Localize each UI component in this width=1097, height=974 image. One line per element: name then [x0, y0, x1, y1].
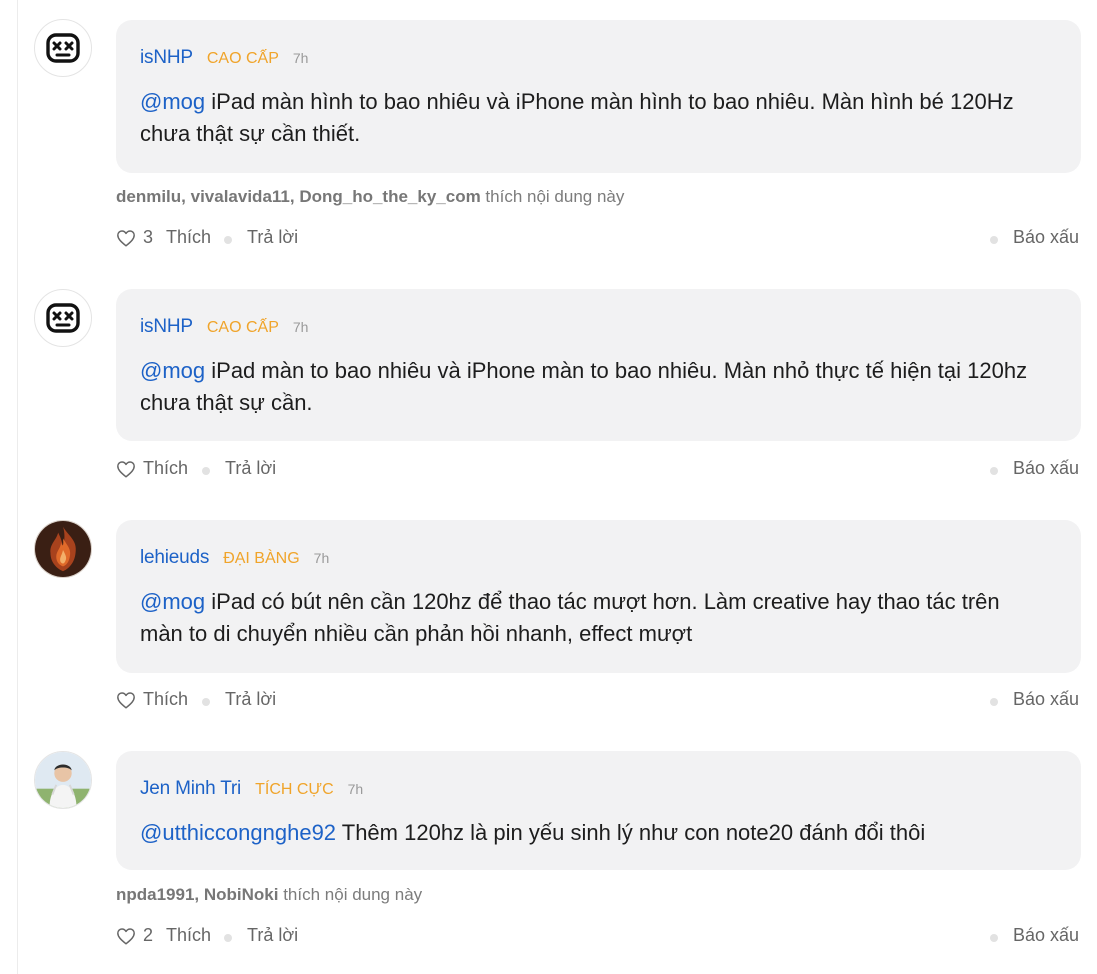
like-label: Thích — [143, 689, 189, 709]
comment-text: Thêm 120hz là pin yếu sinh lý như con no… — [336, 820, 926, 845]
comment-header: lehieuds ĐẠI BÀNG 7h — [140, 547, 329, 569]
report-label: Báo xấu — [1013, 458, 1080, 478]
comment-body: @mog iPad màn hình to bao nhiêu và iPhon… — [140, 86, 1040, 150]
user-rank-badge: CAO CẤP — [206, 50, 279, 67]
reply-button[interactable]: Trả lời — [247, 925, 298, 946]
report-label: Báo xấu — [1013, 227, 1080, 247]
flame-avatar-icon — [35, 521, 91, 577]
like-count: 3 — [143, 227, 154, 247]
separator-dot — [990, 236, 998, 244]
heart-icon — [117, 460, 135, 478]
likers-summary: npda1991, NobiNoki thích nội dung này — [116, 885, 422, 905]
user-avatar[interactable] — [34, 520, 92, 578]
heart-icon — [117, 229, 135, 247]
username-link[interactable]: isNHP — [140, 316, 193, 338]
likers-summary: denmilu, vivalavida11, Dong_ho_the_ky_co… — [116, 187, 624, 207]
user-photo-avatar-icon — [35, 752, 91, 808]
reply-button[interactable]: Trả lời — [225, 689, 276, 710]
like-button[interactable]: Thích — [116, 689, 188, 710]
like-button[interactable]: 2 Thích — [116, 925, 211, 946]
like-label: Thích — [166, 227, 212, 247]
reply-button[interactable]: Trả lời — [247, 227, 298, 248]
reply-label: Trả lời — [247, 227, 299, 247]
comment-timestamp[interactable]: 7h — [293, 50, 309, 66]
comment-actions: 3 Thích Trả lời Báo xấu — [116, 227, 1081, 253]
report-button[interactable]: Báo xấu — [1013, 458, 1079, 479]
comment-header: isNHP CAO CẤP 7h — [140, 316, 308, 338]
comment-actions: 2 Thích Trả lời Báo xấu — [116, 925, 1081, 951]
comment-text: iPad có bút nên cần 120hz để thao tác mư… — [140, 589, 1000, 646]
separator-dot — [990, 467, 998, 475]
comment-body: @mog iPad có bút nên cần 120hz để thao t… — [140, 586, 1040, 650]
comment-body: @utthiccongnghe92 Thêm 120hz là pin yếu … — [140, 817, 1040, 849]
comment-timestamp[interactable]: 7h — [293, 319, 309, 335]
mention-link[interactable]: @mog — [140, 89, 205, 114]
separator-dot — [224, 934, 232, 942]
comment-actions: Thích Trả lời Báo xấu — [116, 689, 1081, 715]
reply-label: Trả lời — [225, 689, 277, 709]
report-button[interactable]: Báo xấu — [1013, 925, 1079, 946]
comment-timestamp[interactable]: 7h — [348, 781, 364, 797]
report-label: Báo xấu — [1013, 689, 1080, 709]
reply-label: Trả lời — [225, 458, 277, 478]
comment-header: isNHP CAO CẤP 7h — [140, 47, 308, 69]
user-rank-badge: ĐẠI BÀNG — [223, 550, 300, 567]
like-button[interactable]: Thích — [116, 458, 188, 479]
likers-suffix: thích nội dung này — [278, 885, 423, 904]
comment-bubble: lehieuds ĐẠI BÀNG 7h @mog iPad có bút nê… — [116, 520, 1081, 673]
reply-button[interactable]: Trả lời — [225, 458, 276, 479]
like-label: Thích — [166, 925, 212, 945]
heart-icon — [117, 927, 135, 945]
thread-left-border — [17, 0, 18, 974]
comment-body: @mog iPad màn to bao nhiêu và iPhone màn… — [140, 355, 1040, 419]
face-x-eyes-icon — [46, 303, 80, 333]
separator-dot — [224, 236, 232, 244]
report-button[interactable]: Báo xấu — [1013, 227, 1079, 248]
username-link[interactable]: isNHP — [140, 47, 193, 69]
user-rank-badge: CAO CẤP — [206, 319, 279, 336]
comment-bubble: isNHP CAO CẤP 7h @mog iPad màn hình to b… — [116, 20, 1081, 173]
user-avatar[interactable] — [34, 289, 92, 347]
username-link[interactable]: Jen Minh Tri — [140, 778, 241, 800]
like-count: 2 — [143, 925, 154, 945]
face-x-eyes-icon — [46, 33, 80, 63]
mention-link[interactable]: @mog — [140, 589, 205, 614]
heart-icon — [117, 691, 135, 709]
comment-timestamp[interactable]: 7h — [314, 550, 330, 566]
comment-text: iPad màn hình to bao nhiêu và iPhone màn… — [140, 89, 1014, 146]
like-button[interactable]: 3 Thích — [116, 227, 211, 248]
report-button[interactable]: Báo xấu — [1013, 689, 1079, 710]
likers-names[interactable]: npda1991, NobiNoki — [116, 885, 278, 904]
likers-suffix: thích nội dung này — [480, 187, 625, 206]
user-avatar[interactable] — [34, 19, 92, 77]
reply-label: Trả lời — [247, 925, 299, 945]
comment-text: iPad màn to bao nhiêu và iPhone màn to b… — [140, 358, 1028, 415]
separator-dot — [990, 934, 998, 942]
comment-bubble: isNHP CAO CẤP 7h @mog iPad màn to bao nh… — [116, 289, 1081, 441]
comment-actions: Thích Trả lời Báo xấu — [116, 458, 1081, 484]
username-link[interactable]: lehieuds — [140, 547, 209, 569]
separator-dot — [202, 698, 210, 706]
separator-dot — [990, 698, 998, 706]
user-avatar[interactable] — [34, 751, 92, 809]
separator-dot — [202, 467, 210, 475]
comment-header: Jen Minh Tri TÍCH CỰC 7h — [140, 778, 363, 800]
user-rank-badge: TÍCH CỰC — [255, 781, 334, 798]
report-label: Báo xấu — [1013, 925, 1080, 945]
comment-bubble: Jen Minh Tri TÍCH CỰC 7h @utthiccongnghe… — [116, 751, 1081, 870]
mention-link[interactable]: @mog — [140, 358, 205, 383]
likers-names[interactable]: denmilu, vivalavida11, Dong_ho_the_ky_co… — [116, 187, 481, 206]
mention-link[interactable]: @utthiccongnghe92 — [140, 820, 336, 845]
like-label: Thích — [143, 458, 189, 478]
